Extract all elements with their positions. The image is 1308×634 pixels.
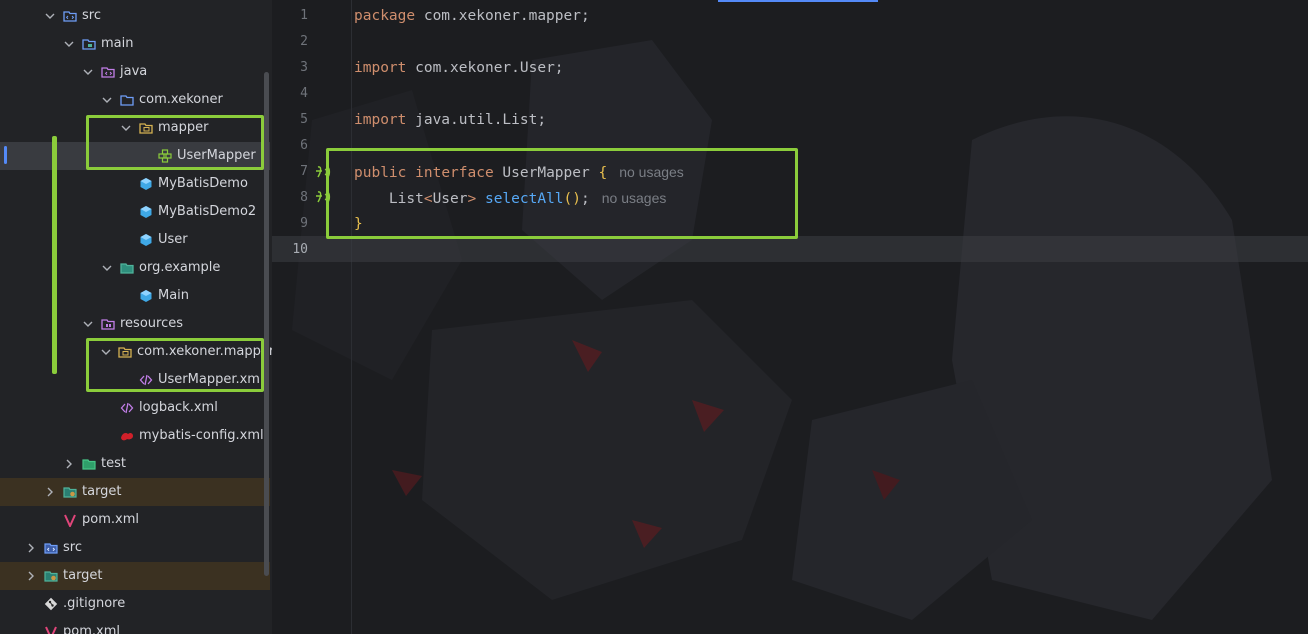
- keyword: package: [354, 8, 416, 24]
- tree-item-user[interactable]: User: [0, 226, 270, 254]
- test-folder-icon: [82, 457, 96, 471]
- gutter-separator: [351, 0, 352, 634]
- tree-item-mybatisdemo[interactable]: MyBatisDemo: [0, 170, 270, 198]
- tree-item-label: resources: [120, 316, 184, 331]
- tree-item-label: java: [120, 64, 148, 79]
- xml-file-icon: [120, 401, 134, 415]
- keyword: import: [354, 112, 407, 128]
- class-icon: [139, 289, 153, 303]
- chevron-down-icon[interactable]: [101, 262, 113, 274]
- current-line-highlight: [272, 236, 1308, 262]
- tree-item-logback-xml[interactable]: logback.xml: [0, 394, 270, 422]
- annotation-box-code: [326, 148, 798, 239]
- class-icon: [139, 177, 153, 191]
- annotation-box-mapper: [86, 115, 264, 170]
- tree-item-org-example[interactable]: org.example: [0, 254, 270, 282]
- source-folder-icon: [63, 9, 77, 23]
- line-number: 4: [300, 86, 308, 101]
- line-number: 2: [300, 34, 308, 49]
- tree-item-label: src: [82, 8, 101, 23]
- selection-marker: [4, 146, 7, 164]
- tree-item-pom-xml[interactable]: pom.xml: [0, 506, 270, 534]
- class-icon: [139, 205, 153, 219]
- tree-item-mybatisdemo2[interactable]: MyBatisDemo2: [0, 198, 270, 226]
- tree-item-label: pom.xml: [63, 624, 120, 634]
- active-tab-indicator: [718, 0, 878, 2]
- source-folder-icon: [44, 541, 58, 555]
- git-icon: [44, 597, 58, 611]
- tree-item-src[interactable]: src: [0, 2, 270, 30]
- tree-item-label: pom.xml: [82, 512, 139, 527]
- tree-item-label: mybatis-config.xml: [139, 428, 264, 443]
- tree-item-label: main: [101, 36, 134, 51]
- tree-item-label: Main: [158, 288, 190, 303]
- tree-item-target-2[interactable]: target: [0, 562, 270, 590]
- folder-icon: [82, 37, 96, 51]
- project-tree: src main java com.xekoner mapper UserMap…: [0, 0, 272, 634]
- editor-background-image: [272, 0, 1308, 634]
- tree-item-com-xekoner[interactable]: com.xekoner: [0, 86, 270, 114]
- tree-item-label: target: [82, 484, 122, 499]
- tree-item-resources[interactable]: resources: [0, 310, 270, 338]
- line-number: 10: [292, 242, 308, 257]
- resources-folder-icon: [101, 317, 115, 331]
- tree-item-label: MyBatisDemo: [158, 176, 248, 191]
- chevron-right-icon[interactable]: [25, 542, 37, 554]
- excluded-folder-icon: [63, 485, 77, 499]
- maven-icon: [63, 513, 77, 527]
- code-line-5[interactable]: import java.util.List;: [354, 107, 546, 133]
- tree-item-label: src: [63, 540, 82, 555]
- package-icon: [120, 261, 134, 275]
- tree-item-main[interactable]: main: [0, 30, 270, 58]
- maven-icon: [44, 625, 58, 634]
- mybatis-icon: [120, 429, 134, 443]
- tree-item-pom-xml-2[interactable]: pom.xml: [0, 618, 270, 634]
- tree-item-main-class[interactable]: Main: [0, 282, 270, 310]
- tree-item-mybatis-config-xml[interactable]: mybatis-config.xml: [0, 422, 270, 450]
- tree-item-test[interactable]: test: [0, 450, 270, 478]
- tree-item-label: com.xekoner: [139, 92, 223, 107]
- chevron-right-icon[interactable]: [25, 570, 37, 582]
- code-editor[interactable]: 1 2 3 4 5 6 7 8 9 10 package com.xekoner…: [272, 0, 1308, 634]
- code-text: com.xekoner.mapper;: [415, 8, 590, 24]
- tree-scrollbar[interactable]: [264, 72, 269, 576]
- chevron-down-icon[interactable]: [101, 94, 113, 106]
- code-text: com.xekoner.User;: [406, 60, 564, 76]
- annotation-box-mapper-xml: [86, 338, 264, 392]
- chevron-down-icon[interactable]: [82, 66, 94, 78]
- class-icon: [139, 233, 153, 247]
- code-line-1[interactable]: package com.xekoner.mapper;: [354, 3, 590, 29]
- code-text: java.util.List;: [406, 112, 547, 128]
- tree-item-label: .gitignore: [63, 596, 126, 611]
- line-number: 1: [300, 8, 308, 23]
- annotation-bar: [52, 136, 57, 374]
- chevron-right-icon[interactable]: [44, 486, 56, 498]
- tree-item-gitignore[interactable]: .gitignore: [0, 590, 270, 618]
- tree-item-label: test: [101, 456, 126, 471]
- excluded-folder-icon: [44, 569, 58, 583]
- chevron-right-icon[interactable]: [63, 458, 75, 470]
- tree-item-label: User: [158, 232, 188, 247]
- line-number: 7: [300, 164, 308, 179]
- line-number: 5: [300, 112, 308, 127]
- source-root-icon: [101, 65, 115, 79]
- keyword: import: [354, 60, 407, 76]
- line-number: 3: [300, 60, 308, 75]
- tree-item-java[interactable]: java: [0, 58, 270, 86]
- tree-item-label: logback.xml: [139, 400, 218, 415]
- code-line-3[interactable]: import com.xekoner.User;: [354, 55, 564, 81]
- tree-item-label: org.example: [139, 260, 221, 275]
- package-icon: [120, 93, 134, 107]
- tree-item-label: MyBatisDemo2: [158, 204, 257, 219]
- tree-item-src-2[interactable]: src: [0, 534, 270, 562]
- chevron-down-icon[interactable]: [82, 318, 94, 330]
- line-number: 8: [300, 190, 308, 205]
- chevron-down-icon[interactable]: [63, 38, 75, 50]
- tree-item-target[interactable]: target: [0, 478, 270, 506]
- chevron-down-icon[interactable]: [44, 10, 56, 22]
- line-number: 9: [300, 216, 308, 231]
- line-number: 6: [300, 138, 308, 153]
- tree-item-label: target: [63, 568, 103, 583]
